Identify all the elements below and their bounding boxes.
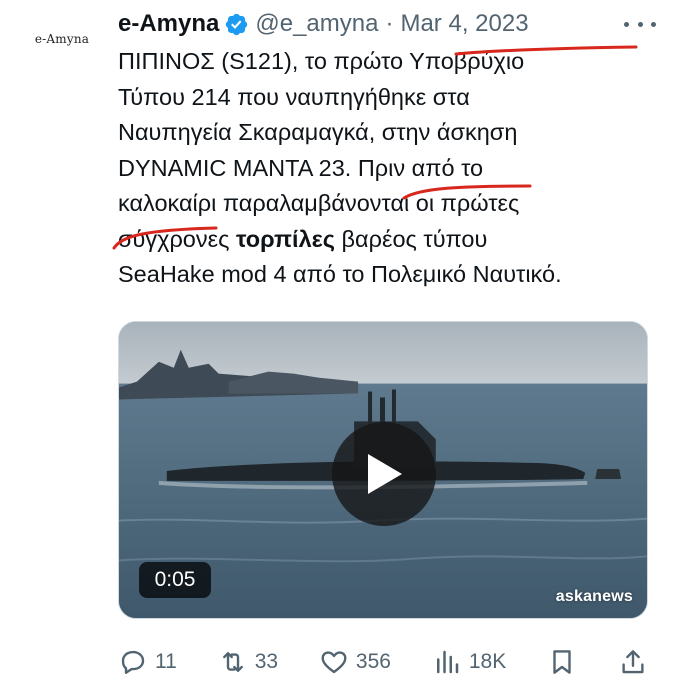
reply-icon bbox=[121, 650, 145, 674]
views-icon bbox=[436, 650, 459, 674]
play-button[interactable] bbox=[332, 422, 436, 526]
tweet-line: καλοκαίρι παραλαμβάνονται οι πρώτες bbox=[118, 190, 520, 216]
bold-keyword: τορπίλες bbox=[235, 225, 336, 252]
like-icon bbox=[321, 651, 347, 674]
tweet-text: ΠΙΠΙΝΟΣ (S121), το πρώτο Υποβρύχιο Τύπου… bbox=[118, 44, 658, 293]
repost-count: 33 bbox=[254, 650, 279, 673]
avatar[interactable]: e-Amyna bbox=[14, 18, 110, 64]
video-duration: 0:05 bbox=[139, 562, 211, 598]
video-player[interactable]: 0:05 askanews bbox=[118, 321, 648, 619]
separator-dot: · bbox=[385, 10, 394, 37]
tweet-header: e-Amyna @e_amyna · Mar 4, 2023 bbox=[118, 6, 660, 42]
like-button[interactable]: 356 bbox=[319, 647, 391, 677]
tweet-line: σύγχρονες τορπίλες βαρέος τύπου bbox=[118, 222, 658, 258]
reply-count: 11 bbox=[155, 650, 177, 673]
like-count: 356 bbox=[355, 650, 391, 673]
tweet-line: SeaHake mod 4 από το Πολεμικό Ναυτικό. bbox=[118, 261, 562, 287]
share-button[interactable] bbox=[618, 647, 648, 677]
tweet-line-part: σύγχρονες bbox=[118, 225, 236, 252]
tweet-line: Ναυπηγεία Σκαραμαγκά, στην άσκηση bbox=[118, 119, 518, 145]
tweet-line: ΠΙΠΙΝΟΣ (S121), το πρώτο Υποβρύχιο bbox=[118, 48, 525, 74]
tweet-line: DYNAMIC MANTA 23. Πριν από το bbox=[118, 154, 484, 181]
display-name[interactable]: e-Amyna bbox=[118, 10, 219, 38]
user-handle[interactable]: @e_amyna bbox=[255, 10, 378, 38]
bookmark-button[interactable] bbox=[547, 647, 577, 677]
avatar-label: e-Amyna bbox=[34, 32, 90, 46]
share-icon bbox=[622, 650, 644, 674]
tweet-action-bar: 11 33 356 18K bbox=[118, 640, 648, 684]
reply-button[interactable]: 11 bbox=[118, 647, 177, 677]
video-watermark: askanews bbox=[555, 588, 633, 605]
tweet-line: Τύπου 214 που ναυπηγήθηκε στα bbox=[118, 83, 470, 110]
verified-badge-icon bbox=[224, 12, 249, 37]
bookmark-icon bbox=[553, 650, 571, 674]
play-icon bbox=[368, 454, 402, 494]
views-button[interactable]: 18K bbox=[432, 647, 506, 677]
repost-icon bbox=[222, 652, 243, 672]
repost-button[interactable]: 33 bbox=[218, 647, 278, 677]
views-count: 18K bbox=[468, 650, 507, 673]
tweet-line-part: βαρέος τύπου bbox=[335, 225, 488, 252]
tweet-date[interactable]: Mar 4, 2023 bbox=[400, 10, 528, 38]
more-dots-icon[interactable] bbox=[624, 12, 656, 36]
